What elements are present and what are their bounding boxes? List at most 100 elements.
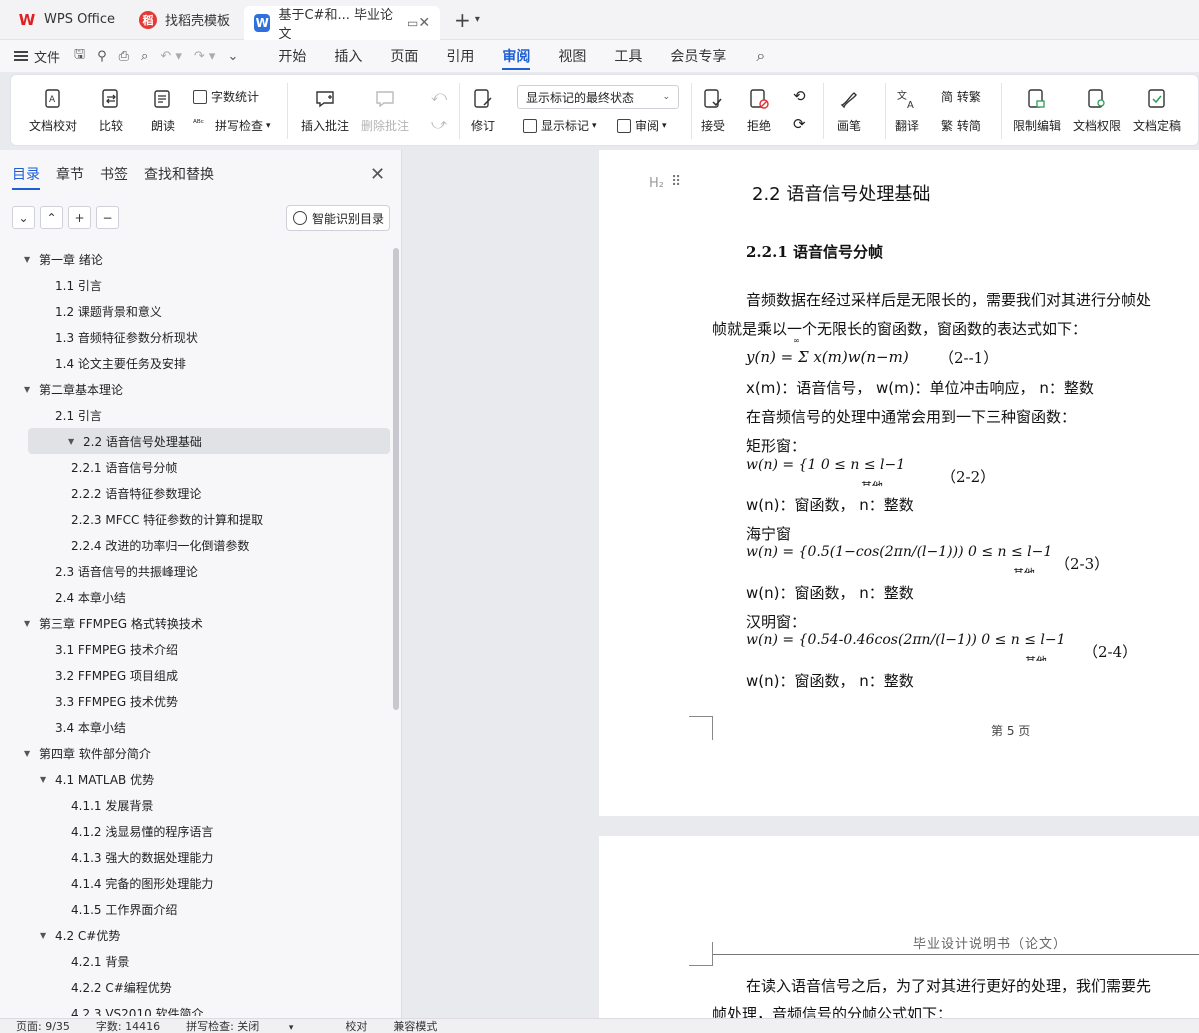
- nav-tab-toc[interactable]: 目录: [12, 164, 40, 190]
- tab-document[interactable]: W 基于C#和... 毕业论文 ▭ ✕: [244, 5, 441, 42]
- toc-item[interactable]: 4.2.1 背景: [0, 948, 392, 974]
- tab-start[interactable]: 开始: [278, 40, 306, 72]
- toc-item[interactable]: 4.2.3 VS2010 软件简介: [0, 1000, 392, 1017]
- expand-down-icon[interactable]: ⌄: [12, 206, 35, 229]
- tab-daoke-template[interactable]: 稻 找稻壳模板: [129, 4, 240, 36]
- toc-item[interactable]: 2.3 语音信号的共振峰理论: [0, 558, 392, 584]
- tab-tools[interactable]: 工具: [614, 40, 642, 72]
- toc-item[interactable]: ▼ 2.2 语音信号处理基础: [28, 428, 390, 454]
- toc-item[interactable]: 1.4 论文主要任务及安排: [0, 350, 392, 376]
- print-icon[interactable]: ⎙: [119, 49, 129, 64]
- remove-icon[interactable]: −: [96, 206, 119, 229]
- redo-icon[interactable]: ↷ ▾: [194, 49, 216, 64]
- toc-item[interactable]: 2.2.1 语音信号分帧: [0, 454, 392, 480]
- toc-item[interactable]: ▼ 第一章 绪论: [0, 246, 392, 272]
- next-revision-icon[interactable]: ⟳: [793, 115, 806, 133]
- nav-tab-find-replace[interactable]: 查找和替换: [144, 164, 214, 190]
- tab-member[interactable]: 会员专享: [670, 40, 726, 72]
- expand-toggle-icon[interactable]: ▼: [24, 385, 39, 394]
- expand-toggle-icon[interactable]: ▼: [24, 619, 39, 628]
- close-tab-icon[interactable]: ✕: [418, 15, 430, 31]
- reject-button[interactable]: 拒绝: [747, 87, 771, 134]
- tab-review[interactable]: 审阅: [502, 40, 531, 72]
- smart-toc-button[interactable]: 智能识别目录: [286, 205, 390, 231]
- file-menu[interactable]: 文件: [14, 47, 60, 66]
- review-pane-button[interactable]: 审阅 ▾: [617, 117, 667, 134]
- more-chevron-icon[interactable]: ⌄: [227, 49, 238, 64]
- toc-item[interactable]: 4.2.2 C#编程优势: [0, 974, 392, 1000]
- expand-toggle-icon[interactable]: ▼: [24, 255, 39, 264]
- page-indicator[interactable]: 页面: 9/35: [16, 1018, 70, 1033]
- toc-item[interactable]: 2.4 本章小结: [0, 584, 392, 610]
- toc-item[interactable]: ▼ 第二章基本理论: [0, 376, 392, 402]
- tab-wps-office[interactable]: W WPS Office: [8, 4, 125, 36]
- toc-scrollbar[interactable]: [393, 248, 399, 710]
- toc-item[interactable]: 1.1 引言: [0, 272, 392, 298]
- next-comment-icon[interactable]: ⤻: [431, 115, 447, 133]
- pen-button[interactable]: 画笔: [837, 87, 861, 134]
- undo-icon[interactable]: ↶ ▾: [160, 49, 182, 64]
- accept-button[interactable]: 接受: [701, 87, 725, 134]
- word-count-indicator[interactable]: 字数: 14416: [96, 1018, 160, 1033]
- proof-indicator[interactable]: 校对: [345, 1018, 367, 1033]
- doc-permission-button[interactable]: 文档权限: [1073, 87, 1121, 134]
- toc-item[interactable]: 4.1.3 强大的数据处理能力: [0, 844, 392, 870]
- toc-item[interactable]: 1.2 课题背景和意义: [0, 298, 392, 324]
- doc-finalize-button[interactable]: 文档定稿: [1133, 87, 1181, 134]
- toc-item[interactable]: 4.1.5 工作界面介绍: [0, 896, 392, 922]
- toc-item[interactable]: 2.2.2 语音特征参数理论: [0, 480, 392, 506]
- doc-check-button[interactable]: A 文档校对: [29, 87, 77, 134]
- spell-check-indicator[interactable]: 拼写检查: 关闭 ▾: [186, 1018, 319, 1033]
- monitor-icon[interactable]: ▭: [407, 16, 418, 30]
- toc-item[interactable]: ▼ 第四章 软件部分简介: [0, 740, 392, 766]
- nav-tab-chapter[interactable]: 章节: [56, 164, 84, 190]
- compare-button[interactable]: 比较: [99, 87, 123, 134]
- to-simplified-button[interactable]: 繁 转简: [941, 117, 981, 134]
- search-icon[interactable]: ⌕: [756, 46, 765, 66]
- read-aloud-button[interactable]: 朗读: [151, 87, 175, 134]
- expand-toggle-icon[interactable]: ▼: [24, 749, 39, 758]
- to-traditional-button[interactable]: 简 转繁: [941, 88, 981, 105]
- toc-item[interactable]: 4.1.1 发展背景: [0, 792, 392, 818]
- toc-item[interactable]: 3.1 FFMPEG 技术介绍: [0, 636, 392, 662]
- toc-item[interactable]: 3.2 FFMPEG 项目组成: [0, 662, 392, 688]
- expand-toggle-icon[interactable]: ▼: [40, 931, 55, 940]
- close-pane-icon[interactable]: ✕: [370, 164, 385, 185]
- insert-comment-button[interactable]: 插入批注: [301, 87, 349, 134]
- delete-comment-button[interactable]: 删除批注: [361, 87, 409, 134]
- toc-item[interactable]: 4.1.2 浅显易懂的程序语言: [0, 818, 392, 844]
- tab-page[interactable]: 页面: [390, 40, 418, 72]
- translate-button[interactable]: 文A 翻译: [895, 87, 919, 134]
- toc-item[interactable]: 1.3 音频特征参数分析现状: [0, 324, 392, 350]
- toc-item[interactable]: 2.2.4 改进的功率归一化倒谱参数: [0, 532, 392, 558]
- new-tab-plus-icon[interactable]: +: [454, 8, 471, 32]
- prev-comment-icon[interactable]: ⤺: [431, 87, 447, 105]
- show-markup-button[interactable]: 显示标记 ▾: [523, 117, 597, 134]
- tab-reference[interactable]: 引用: [446, 40, 474, 72]
- tab-insert[interactable]: 插入: [334, 40, 362, 72]
- markup-state-select[interactable]: 显示标记的最终状态 ⌄: [517, 85, 679, 109]
- drag-handle-icon[interactable]: ⠿: [671, 174, 681, 190]
- collapse-up-icon[interactable]: ⌃: [40, 206, 63, 229]
- document-page-2[interactable]: 毕业设计说明书（论文） 在读入语音信号之后，为了对其进行更好的处理，我们需要先 …: [599, 836, 1199, 1018]
- toc-item[interactable]: ▼ 4.2 C#优势: [0, 922, 392, 948]
- prev-revision-icon[interactable]: ⟲: [793, 87, 806, 105]
- spell-check-button[interactable]: ᴬᴮᶜ 拼写检查 ▾: [193, 117, 271, 134]
- share-icon[interactable]: ⚲: [97, 49, 107, 64]
- save-icon[interactable]: 🖫: [74, 45, 85, 67]
- print-preview-icon[interactable]: ⌕: [141, 49, 148, 64]
- toc-item[interactable]: ▼ 4.1 MATLAB 优势: [0, 766, 392, 792]
- tab-view[interactable]: 视图: [558, 40, 586, 72]
- chevron-down-icon[interactable]: ▾: [475, 14, 480, 25]
- expand-toggle-icon[interactable]: ▼: [68, 437, 83, 446]
- toc-item[interactable]: 2.1 引言: [0, 402, 392, 428]
- revise-button[interactable]: 修订: [471, 87, 495, 134]
- document-page-1[interactable]: H₂ ⠿ 2.2 语音信号处理基础 2.2.1 语音信号分帧 音频数据在经过采样…: [599, 150, 1199, 816]
- toc-item[interactable]: 3.4 本章小结: [0, 714, 392, 740]
- toc-item[interactable]: ▼ 第三章 FFMPEG 格式转换技术: [0, 610, 392, 636]
- add-icon[interactable]: +: [68, 206, 91, 229]
- toc-item[interactable]: 2.2.3 MFCC 特征参数的计算和提取: [0, 506, 392, 532]
- nav-tab-bookmark[interactable]: 书签: [100, 164, 128, 190]
- toc-item[interactable]: 4.1.4 完备的图形处理能力: [0, 870, 392, 896]
- expand-toggle-icon[interactable]: ▼: [40, 775, 55, 784]
